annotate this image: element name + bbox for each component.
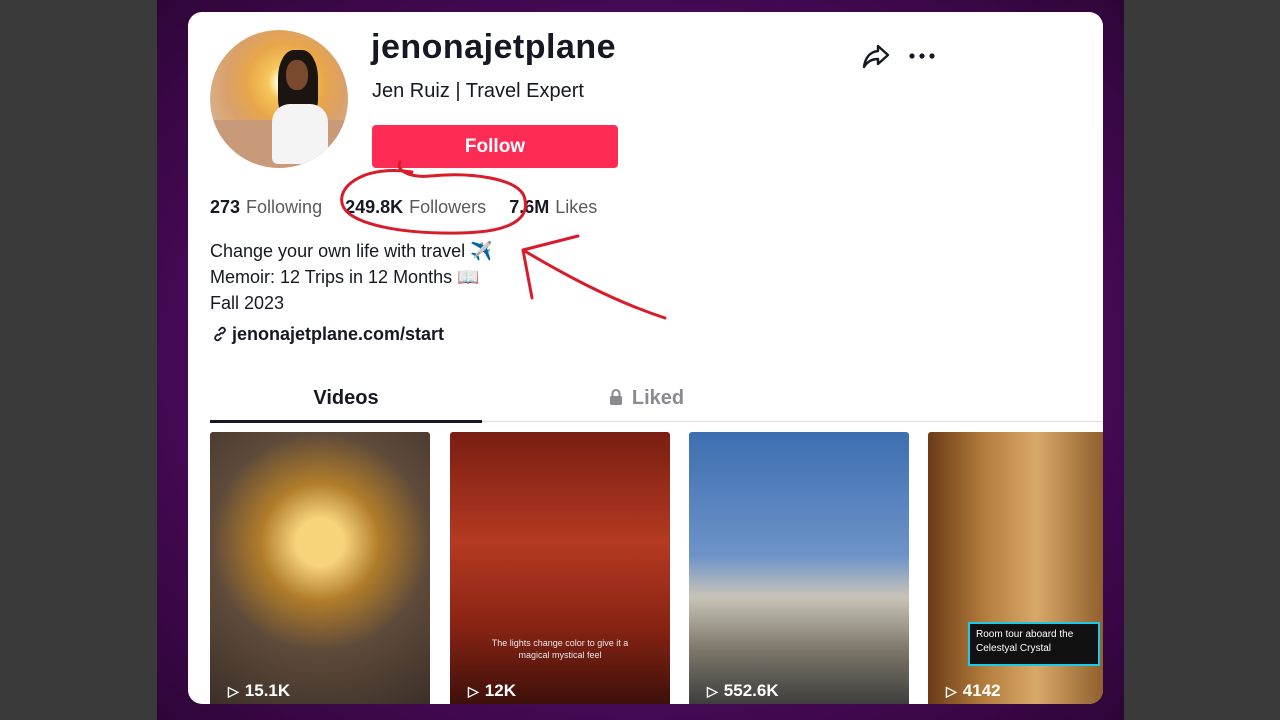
followers-count: 249.8K (345, 197, 404, 217)
profile-stats: 273 Following 249.8K Followers 7.6M Likes (210, 197, 615, 221)
bio-line: Change your own life with travel ✈️ (210, 241, 493, 261)
following-count: 273 (210, 197, 241, 217)
likes-label: Likes (555, 197, 598, 217)
following-label: Following (246, 197, 323, 217)
video-views: ▷ 552.6K (707, 681, 779, 701)
tab-liked[interactable]: Liked (482, 384, 810, 422)
profile-bio: Change your own life with travel ✈️ Memo… (210, 238, 493, 316)
play-icon: ▷ (468, 683, 479, 699)
avatar-face (286, 60, 308, 90)
bio-line: Memoir: 12 Trips in 12 Months 📖 (210, 267, 480, 287)
follow-button[interactable]: Follow (372, 125, 618, 168)
video-thumbnail[interactable]: The lights change color to give it a mag… (450, 432, 670, 704)
tab-underline (210, 420, 482, 423)
video-views: ▷ 15.1K (228, 681, 290, 701)
more-icon[interactable] (906, 40, 938, 72)
video-thumbnail[interactable]: Room tour aboard the Celestyal Crystal ▷… (928, 432, 1103, 704)
video-caption-box: Room tour aboard the Celestyal Crystal (968, 622, 1100, 666)
tabs-divider (482, 421, 1102, 422)
followers-stat[interactable]: 249.8K Followers (345, 197, 486, 218)
bio-line: Fall 2023 (210, 293, 285, 313)
video-caption: The lights change color to give it a mag… (491, 638, 629, 660)
link-icon (214, 326, 226, 342)
tab-videos[interactable]: Videos (210, 384, 482, 422)
video-views-count: 12K (484, 681, 516, 700)
following-stat[interactable]: 273 Following (210, 197, 322, 218)
video-views-count: 15.1K (244, 681, 291, 700)
play-icon: ▷ (707, 683, 718, 699)
tab-videos-label: Videos (313, 387, 379, 409)
followers-label: Followers (409, 197, 487, 217)
profile-avatar (210, 30, 348, 168)
play-icon: ▷ (946, 683, 957, 699)
video-caption-box-text: Room tour aboard the Celestyal Crystal (976, 629, 1074, 654)
likes-count: 7.6M (509, 197, 550, 217)
video-grid: ▷ 15.1K The lights change color to give i… (210, 432, 1103, 704)
likes-stat: 7.6M Likes (509, 197, 597, 218)
profile-card: jenonajetplane Jen Ruiz | Travel Expert … (188, 12, 1103, 704)
share-icon[interactable] (860, 40, 892, 72)
tab-liked-label: Liked (631, 387, 685, 409)
profile-subtitle: Jen Ruiz | Travel Expert (372, 80, 584, 102)
play-icon: ▷ (228, 683, 239, 699)
profile-link-text: jenonajetplane.com/start (232, 324, 445, 344)
profile-username: jenonajetplane (371, 28, 617, 66)
lock-icon (609, 389, 622, 405)
video-thumbnail[interactable]: ▷ 552.6K (689, 432, 909, 704)
video-views: ▷ 12K (468, 681, 516, 701)
video-views-count: 552.6K (723, 681, 779, 700)
video-thumbnail[interactable]: ▷ 15.1K (210, 432, 430, 704)
video-views: ▷ 4142 (946, 681, 1001, 701)
avatar-shirt (272, 104, 328, 164)
profile-tabs: Videos Liked (210, 384, 1102, 424)
profile-link[interactable]: jenonajetplane.com/start (212, 324, 444, 345)
video-views-count: 4142 (962, 681, 1001, 700)
